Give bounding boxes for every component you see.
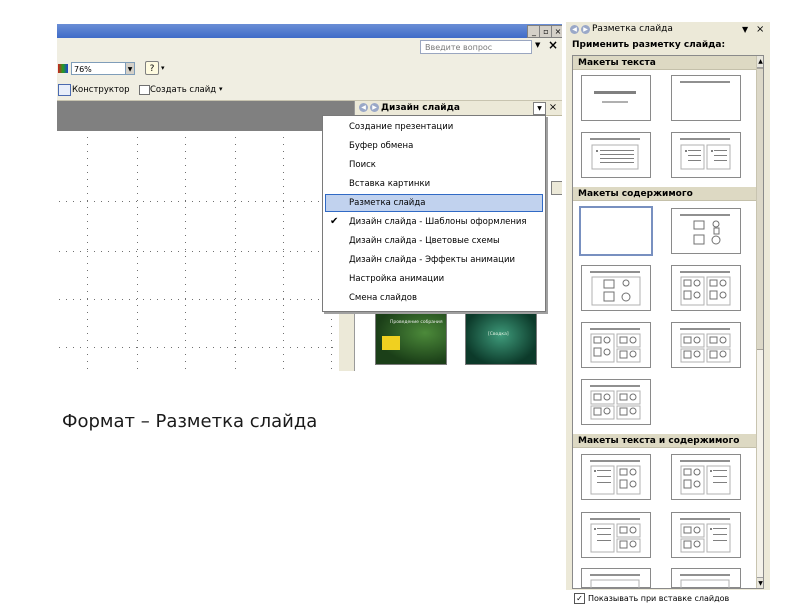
layout-two-content-and-text[interactable] [671,512,741,558]
new-slide-icon [139,85,150,95]
layout-text-and-content[interactable] [581,454,651,500]
pane-dropdown-icon[interactable]: ▼ [533,102,546,115]
thumbnail-title: [Сводка] [488,332,509,337]
slide-layout-pane: ◀ ▶ Разметка слайда ▼ × Применить размет… [566,22,770,604]
thumbnail-accent [382,336,400,350]
designer-icon [58,84,71,96]
menu-item[interactable]: Поиск [325,156,543,174]
apply-layout-label: Применить разметку слайда: [572,40,726,50]
section-text-layouts: Макеты текста [573,56,756,70]
layout-three-content[interactable] [581,322,651,368]
layout-title-text[interactable] [581,132,651,178]
layout-partial[interactable] [671,568,741,588]
layout-title-slide[interactable] [581,75,651,121]
grid-dots [59,137,333,369]
close-document-icon[interactable]: × [548,38,558,52]
layout-title-four-content[interactable] [581,379,651,425]
pane-scroll-control[interactable] [551,181,562,195]
slide-caption: Формат – Разметка слайда [62,411,318,432]
pane-header: ◀ ▶ Разметка слайда ▼ × [566,22,770,37]
pane-title: Дизайн слайда [381,103,460,113]
toolbar-options-icon[interactable]: ▾ [161,64,165,72]
forward-arrow-icon[interactable]: ▶ [581,25,590,34]
layout-list: Макеты текста Макеты содержимого Макеты … [572,55,764,589]
pane-header: ◀ ▶ Дизайн слайда ▼ × [355,101,562,116]
menu-item[interactable]: ✔ Дизайн слайда - Шаблоны оформления [325,213,543,231]
help-dropdown-icon[interactable]: ▼ [535,41,540,49]
show-on-insert-checkbox[interactable]: ✓ [574,593,585,604]
menu-item[interactable]: Дизайн слайда - Эффекты анимации [325,251,543,269]
title-bar: _ ▫ × [57,24,562,38]
zoom-dropdown-icon[interactable]: ▼ [125,62,135,75]
close-button[interactable]: × [551,25,562,38]
show-on-insert-option[interactable]: ✓ Показывать при вставке слайдов [574,593,729,605]
layout-partial[interactable] [581,568,651,588]
pane-close-icon[interactable]: × [547,101,559,115]
scrollbar-thumb[interactable] [757,68,763,350]
menu-item[interactable]: Дизайн слайда - Цветовые схемы [325,232,543,250]
design-templates: Проведение собрания [Сводка] [373,311,555,371]
menu-item[interactable]: Настройка анимации [325,270,543,288]
designer-button[interactable]: Конструктор [72,83,130,97]
menu-bar: Введите вопрос ▼ × [57,38,562,58]
layout-blank[interactable] [579,206,653,256]
section-content-layouts: Макеты содержимого [573,187,756,201]
standard-toolbar: 76% ▼ ? ▾ [57,58,562,80]
pane-close-icon[interactable]: × [756,22,764,37]
back-arrow-icon[interactable]: ◀ [570,25,579,34]
new-slide-button[interactable]: Создать слайд [150,83,216,97]
layout-four-content[interactable] [671,322,741,368]
toolbar-options-icon[interactable]: ▾ [219,85,223,93]
help-icon[interactable]: ? [145,61,159,75]
layout-content-and-text[interactable] [671,454,741,500]
pane-title: Разметка слайда [592,24,673,34]
menu-item[interactable]: Создание презентации [325,118,543,136]
formatting-toolbar: Конструктор Создать слайд ▾ [57,80,562,101]
menu-item[interactable]: Смена слайдов [325,289,543,307]
thumbnail-title: Проведение собрания [390,320,443,325]
design-template-thumbnail[interactable]: Проведение собрания [375,311,447,365]
scroll-up-icon[interactable]: ▲ [757,56,763,68]
layout-title-content[interactable] [581,265,651,311]
color-icon [58,64,68,73]
menu-item[interactable]: Вставка картинки [325,175,543,193]
task-pane-menu: Создание презентации Буфер обмена Поиск … [322,115,546,312]
help-question-input[interactable]: Введите вопрос [420,40,532,54]
layout-content[interactable] [671,208,741,254]
menu-item[interactable]: Разметка слайда [325,194,543,212]
layout-scrollbar[interactable]: ▲ ▼ [756,56,763,588]
scroll-down-icon[interactable]: ▼ [757,577,763,588]
slide-canvas[interactable] [57,131,339,371]
menu-item[interactable]: Буфер обмена [325,137,543,155]
zoom-select[interactable]: 76% [71,62,133,75]
pane-dropdown-icon[interactable]: ▼ [742,22,748,37]
design-template-thumbnail[interactable]: [Сводка] [465,311,537,365]
show-on-insert-label: Показывать при вставке слайдов [588,594,730,603]
back-arrow-icon[interactable]: ◀ [359,103,368,112]
forward-arrow-icon[interactable]: ▶ [370,103,379,112]
layout-two-column-text[interactable] [671,132,741,178]
layout-two-content[interactable] [671,265,741,311]
layout-title-only[interactable] [671,75,741,121]
check-icon: ✔ [330,216,339,227]
layout-text-and-two-content[interactable] [581,512,651,558]
section-text-content-layouts: Макеты текста и содержимого [573,434,756,448]
